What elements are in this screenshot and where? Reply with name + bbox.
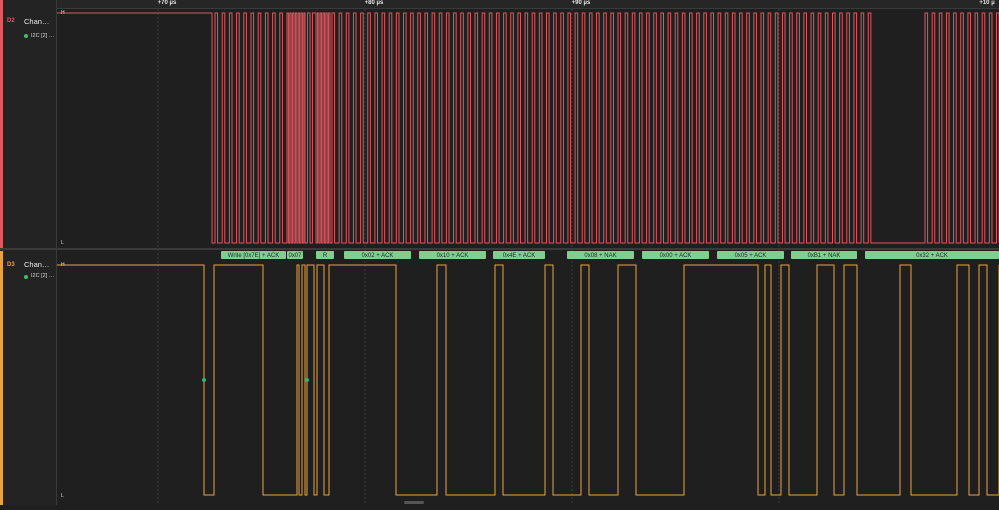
time-tick-label: +80 µs: [364, 0, 384, 6]
channel-header-d3[interactable]: D3 Chan… I2C [2] …: [0, 251, 57, 505]
waveform-canvas[interactable]: Write [0x7E] + ACK 0x07 R 0x02 + ACK 0x10 + …: [57, 9, 999, 505]
low-level-label: L: [61, 240, 64, 246]
decoded-bubble[interactable]: 0x00 + ACK: [642, 251, 709, 259]
decoded-bubble[interactable]: 0x05 + ACK: [717, 251, 784, 259]
decoded-bubble[interactable]: 0xB1 + NAK: [791, 251, 857, 259]
low-level-label: L: [61, 493, 64, 499]
decoded-bubble-label: 0x07: [288, 253, 302, 259]
time-ruler[interactable]: +70 µs +80 µs +90 µs +10 µ: [57, 0, 999, 9]
horizontal-scrollbar-handle[interactable]: [404, 501, 424, 504]
decoded-bubble-label: 0x32 + ACK: [916, 253, 948, 259]
decoded-bubble-label: 0xB1 + NAK: [808, 253, 841, 259]
i2c-markers: [202, 378, 309, 382]
logic-analyzer-window: D2 Chan… I2C [2] … D3 Chan… I2C [2] … +7…: [0, 0, 999, 505]
decoded-bubble[interactable]: 0x07: [287, 251, 303, 259]
decoded-bubble[interactable]: 0x08 + NAK: [567, 251, 634, 259]
decoded-bubble-label: 0x4E + ACK: [503, 253, 536, 259]
time-tick-label: +70 µs: [157, 0, 177, 6]
channel-divider[interactable]: [0, 248, 999, 250]
decoded-bubble[interactable]: 0x02 + ACK: [344, 251, 411, 259]
analyzer-name[interactable]: I2C [2] …: [31, 273, 54, 279]
decoded-bubble-label: 0x08 + NAK: [584, 253, 616, 259]
channel-name[interactable]: Chan…: [24, 260, 49, 269]
channel-color-stripe: [0, 0, 3, 249]
analyzer-name[interactable]: I2C [2] …: [31, 33, 54, 39]
time-tick-label: +90 µs: [571, 0, 591, 6]
decoded-bubble[interactable]: 0x10 + ACK: [419, 251, 486, 259]
start-condition-marker: [202, 378, 206, 382]
channel-id: D3: [7, 262, 15, 268]
analyzer-status-icon: [24, 34, 28, 38]
signal-trace-d3: [57, 264, 999, 496]
analyzer-status-icon: [24, 275, 28, 279]
high-level-label: H: [61, 262, 65, 268]
waveform-d2: [57, 12, 999, 244]
waveform-d3: [57, 264, 999, 496]
decoded-data-row: Write [0x7E] + ACK 0x07 R 0x02 + ACK 0x10 + …: [221, 251, 999, 259]
decoded-bubble[interactable]: Write [0x7E] + ACK: [221, 251, 286, 259]
decoded-bubble-label: Write [0x7E] + ACK: [228, 253, 279, 259]
time-tick-label: +10 µ: [979, 0, 995, 6]
decoded-bubble[interactable]: 0x4E + ACK: [493, 251, 545, 259]
decoded-bubble-label: 0x10 + ACK: [437, 253, 469, 259]
channel-color-stripe: [0, 251, 3, 505]
decoded-bubble-label: 0x05 + ACK: [735, 253, 767, 259]
signal-trace-d2: [57, 12, 999, 244]
start-condition-marker: [305, 378, 309, 382]
high-level-label: H: [61, 10, 65, 16]
channel-id: D2: [7, 18, 15, 24]
decoded-bubble-label: 0x02 + ACK: [362, 253, 394, 259]
decoded-bubble-label: R: [323, 253, 328, 259]
decoded-bubble[interactable]: R: [316, 251, 334, 259]
channel-name[interactable]: Chan…: [24, 17, 49, 26]
channel-header-d2[interactable]: D2 Chan… I2C [2] …: [0, 0, 57, 249]
decoded-bubble[interactable]: 0x32 + ACK: [865, 251, 999, 259]
waveform-area[interactable]: Write [0x7E] + ACK 0x07 R 0x02 + ACK 0x10 + …: [57, 9, 999, 505]
decoded-bubble-label: 0x00 + ACK: [660, 253, 692, 259]
channel-sidebar: D2 Chan… I2C [2] … D3 Chan… I2C [2] …: [0, 0, 57, 505]
